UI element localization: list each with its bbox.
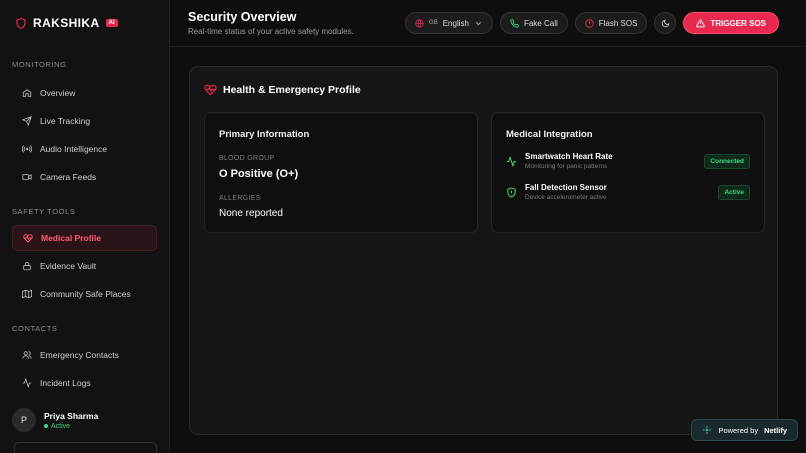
sidebar-item-label: Live Tracking <box>40 116 91 126</box>
shield-icon <box>507 186 516 198</box>
sidebar-item-medical-profile[interactable]: Medical Profile <box>12 225 157 251</box>
brand[interactable]: RAKSHIKA AI <box>0 0 169 46</box>
language-selector[interactable]: GB English <box>405 12 493 34</box>
card-title: Primary Information <box>219 129 310 140</box>
sidebar-item-emergency-contacts[interactable]: Emergency Contacts <box>12 342 157 368</box>
integration-desc: Device accelerometer active <box>525 194 607 201</box>
main-content: Security Overview Real-time status of yo… <box>170 0 806 453</box>
lock-icon <box>23 261 31 271</box>
fake-call-button[interactable]: Fake Call <box>499 12 568 34</box>
sidebar-item-incident-logs[interactable]: Incident Logs <box>12 370 157 396</box>
home-icon <box>22 89 32 97</box>
end-session-button[interactable] <box>14 442 157 453</box>
sidebar-item-label: Overview <box>40 88 76 98</box>
section-label-safety-tools: SAFETY TOOLS <box>12 207 76 216</box>
netlify-prefix: Powered by <box>718 425 759 435</box>
warning-triangle-icon <box>696 19 706 27</box>
language-label: English <box>442 18 469 28</box>
map-icon <box>22 289 32 299</box>
blood-group-value: O Positive (O+) <box>219 168 299 180</box>
integration-row-smartwatch: Smartwatch Heart Rate Monitoring for pan… <box>506 152 750 170</box>
sidebar-item-label: Camera Feeds <box>40 172 97 182</box>
integration-row-fall-detection: Fall Detection Sensor Device acceleromet… <box>506 183 750 201</box>
user-profile[interactable]: P Priya Sharma Active <box>12 408 98 432</box>
shield-logo-icon <box>16 17 26 29</box>
page-title: Security Overview <box>188 10 297 24</box>
sidebar-item-live-tracking[interactable]: Live Tracking <box>12 108 157 134</box>
netlify-brand: Netlify <box>764 425 787 435</box>
sidebar-item-label: Emergency Contacts <box>40 350 119 360</box>
page-subtitle: Real-time status of your active safety m… <box>188 27 354 36</box>
globe-icon <box>415 18 424 28</box>
user-name: Priya Sharma <box>44 410 99 421</box>
radio-icon <box>22 145 32 153</box>
language-flag: GB <box>429 20 438 26</box>
heart-pulse-icon <box>204 84 217 96</box>
avatar: P <box>12 408 36 432</box>
sidebar: RAKSHIKA AI MONITORING Overview Live Tra… <box>0 0 170 453</box>
health-emergency-panel: Health & Emergency Profile Primary Infor… <box>189 66 778 435</box>
heart-pulse-icon <box>23 234 33 243</box>
header-actions: GB English Fake Call Flash SOS TRIGGER S… <box>405 12 779 34</box>
video-icon <box>22 174 32 180</box>
netlify-badge[interactable]: Powered by Netlify <box>691 419 798 441</box>
fake-call-label: Fake Call <box>523 18 558 28</box>
brand-badge: AI <box>105 19 118 27</box>
sidebar-item-label: Community Safe Places <box>40 289 131 299</box>
status-badge: Connected <box>704 153 750 169</box>
brand-name: RAKSHIKA <box>33 16 100 30</box>
card-title: Medical Integration <box>506 129 593 140</box>
panel-header: Health & Emergency Profile <box>204 83 361 96</box>
section-label-contacts: CONTACTS <box>12 324 58 333</box>
primary-information-card: Primary Information BLOOD GROUP O Positi… <box>204 112 478 233</box>
medical-integration-card: Medical Integration Smartwatch Heart Rat… <box>491 112 765 233</box>
status-dot <box>44 424 48 428</box>
user-status: Active <box>44 423 98 430</box>
user-status-label: Active <box>51 422 71 430</box>
section-label-monitoring: MONITORING <box>12 60 67 69</box>
users-icon <box>22 351 32 359</box>
sidebar-item-camera-feeds[interactable]: Camera Feeds <box>12 164 157 190</box>
sidebar-item-label: Medical Profile <box>41 233 101 243</box>
send-icon <box>22 116 32 126</box>
sidebar-item-community-safe-places[interactable]: Community Safe Places <box>12 281 157 307</box>
activity-icon <box>22 378 32 388</box>
integration-name: Smartwatch Heart Rate <box>525 152 613 161</box>
panel-title: Health & Emergency Profile <box>223 83 361 96</box>
trigger-sos-label: TRIGGER SOS <box>710 18 766 28</box>
sidebar-item-label: Incident Logs <box>40 378 91 388</box>
moon-icon <box>661 19 670 27</box>
chevron-down-icon <box>475 21 482 25</box>
integration-name: Fall Detection Sensor <box>525 183 607 192</box>
theme-toggle-button[interactable] <box>654 12 677 34</box>
flash-sos-label: Flash SOS <box>598 18 638 28</box>
flash-sos-button[interactable]: Flash SOS <box>574 12 648 34</box>
status-badge: Active <box>718 184 750 200</box>
sidebar-item-audio-intelligence[interactable]: Audio Intelligence <box>12 136 157 162</box>
allergies-value: None reported <box>219 208 283 219</box>
header: Security Overview Real-time status of yo… <box>170 0 806 47</box>
sidebar-item-label: Evidence Vault <box>40 261 97 271</box>
blood-group-label: BLOOD GROUP <box>219 155 275 162</box>
integration-desc: Monitoring for panic patterns <box>525 163 608 170</box>
allergies-label: ALLERGIES <box>219 195 261 202</box>
app-shell: RAKSHIKA AI MONITORING Overview Live Tra… <box>0 0 806 453</box>
phone-icon <box>510 18 519 28</box>
sidebar-item-label: Audio Intelligence <box>40 144 108 154</box>
sidebar-item-overview[interactable]: Overview <box>12 80 157 106</box>
netlify-icon <box>703 425 712 435</box>
trigger-sos-button[interactable]: TRIGGER SOS <box>683 12 779 34</box>
sidebar-item-evidence-vault[interactable]: Evidence Vault <box>12 253 157 279</box>
alert-circle-icon <box>585 18 594 28</box>
activity-icon <box>506 155 517 167</box>
